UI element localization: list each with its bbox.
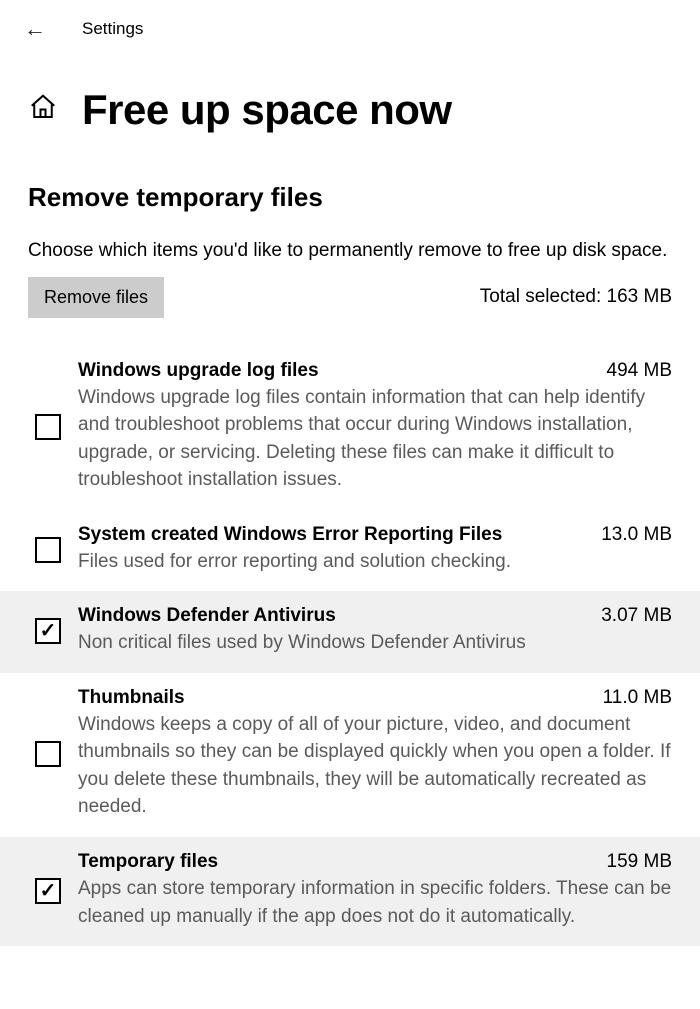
list-item[interactable]: Windows upgrade log files 494 MBWindows u… (0, 346, 700, 510)
page-header: Free up space now (0, 54, 700, 166)
item-size: 13.0 MB (601, 524, 672, 546)
item-head: Temporary files 159 MB (78, 851, 672, 873)
item-content: Thumbnails 11.0 MBWindows keeps a copy of… (78, 687, 672, 821)
item-size: 494 MB (607, 360, 672, 382)
item-description: Non critical files used by Windows Defen… (78, 629, 672, 657)
item-description: Windows keeps a copy of all of your pict… (78, 711, 672, 821)
checkbox-column (34, 524, 62, 576)
checkbox[interactable] (35, 878, 61, 904)
list-item[interactable]: Windows Defender Antivirus 3.07 MBNon cri… (0, 591, 700, 673)
home-icon[interactable] (28, 92, 58, 129)
item-size: 159 MB (607, 851, 672, 873)
total-selected-label: Total selected: 163 MB (480, 286, 672, 308)
item-head: System created Windows Error Reporting F… (78, 524, 672, 546)
section-description: Choose which items you'd like to permane… (0, 237, 700, 277)
back-arrow-icon[interactable]: ← (24, 16, 46, 42)
action-row: Remove files Total selected: 163 MB (0, 277, 700, 346)
item-description: Windows upgrade log files contain inform… (78, 384, 672, 494)
checkbox[interactable] (35, 741, 61, 767)
item-title: Temporary files (78, 851, 218, 873)
settings-label: Settings (82, 19, 143, 39)
remove-files-button[interactable]: Remove files (28, 277, 164, 318)
page-title: Free up space now (82, 86, 452, 134)
item-size: 3.07 MB (601, 605, 672, 627)
checkbox-column (34, 687, 62, 821)
item-content: Windows Defender Antivirus 3.07 MBNon cri… (78, 605, 672, 657)
item-description: Apps can store temporary information in … (78, 875, 672, 930)
list-item[interactable]: System created Windows Error Reporting F… (0, 510, 700, 592)
section-title: Remove temporary files (0, 166, 700, 237)
item-size: 11.0 MB (603, 687, 672, 709)
list-item[interactable]: Thumbnails 11.0 MBWindows keeps a copy of… (0, 673, 700, 837)
item-description: Files used for error reporting and solut… (78, 548, 672, 576)
item-head: Windows upgrade log files 494 MB (78, 360, 672, 382)
item-title: System created Windows Error Reporting F… (78, 524, 502, 546)
item-title: Windows Defender Antivirus (78, 605, 336, 627)
item-title: Windows upgrade log files (78, 360, 319, 382)
checkbox[interactable] (35, 537, 61, 563)
item-content: System created Windows Error Reporting F… (78, 524, 672, 576)
item-content: Windows upgrade log files 494 MBWindows u… (78, 360, 672, 494)
item-head: Thumbnails 11.0 MB (78, 687, 672, 709)
item-head: Windows Defender Antivirus 3.07 MB (78, 605, 672, 627)
list-item[interactable]: Temporary files 159 MBApps can store temp… (0, 837, 700, 946)
checkbox-column (34, 360, 62, 494)
checkbox[interactable] (35, 414, 61, 440)
item-title: Thumbnails (78, 687, 185, 709)
checkbox-column (34, 605, 62, 657)
item-content: Temporary files 159 MBApps can store temp… (78, 851, 672, 930)
top-bar: ← Settings (0, 0, 700, 54)
checkbox-column (34, 851, 62, 930)
items-list: Windows upgrade log files 494 MBWindows u… (0, 346, 700, 947)
checkbox[interactable] (35, 618, 61, 644)
